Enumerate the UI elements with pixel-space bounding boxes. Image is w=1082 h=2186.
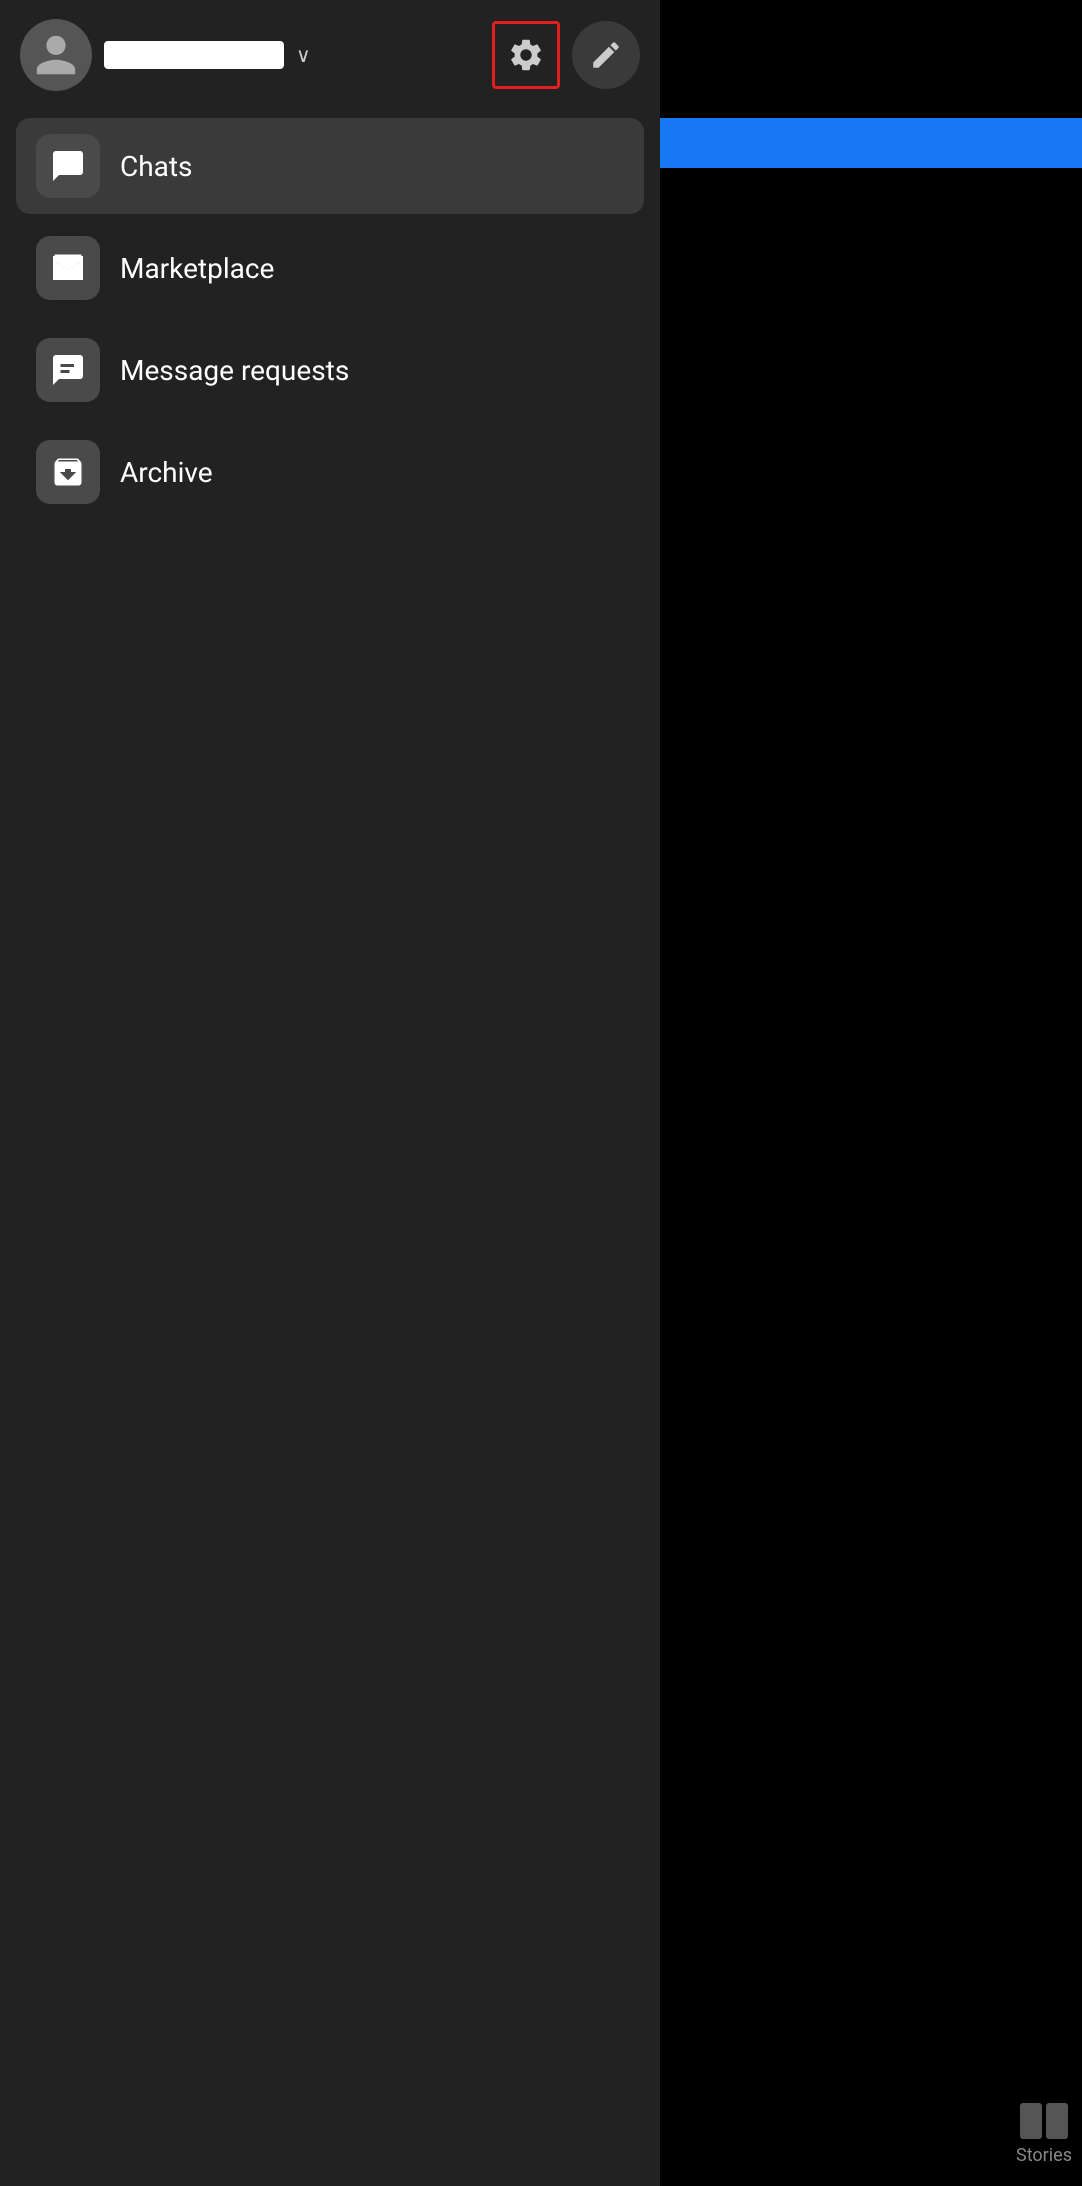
stories-bar-left <box>1020 2103 1042 2139</box>
archive-icon <box>50 454 86 490</box>
compose-button[interactable] <box>572 21 640 89</box>
menu-list: Chats Marketplace Message <box>0 110 660 528</box>
message-requests-icon-wrapper <box>36 338 100 402</box>
stories-icon <box>1020 2103 1068 2139</box>
chat-icon-wrapper <box>36 134 100 198</box>
chevron-down-icon[interactable]: ∨ <box>296 43 311 67</box>
stories-label: Stories <box>1016 2145 1072 2166</box>
header: ∨ <box>0 0 660 110</box>
archive-label: Archive <box>120 456 213 489</box>
stories-bar-right <box>1046 2103 1068 2139</box>
username-area: ∨ <box>104 41 480 69</box>
user-icon <box>32 31 80 79</box>
marketplace-icon-wrapper <box>36 236 100 300</box>
sidebar-item-chats[interactable]: Chats <box>16 118 644 214</box>
stories-section[interactable]: Stories <box>1016 2103 1072 2166</box>
blue-bar <box>660 118 1082 168</box>
archive-icon-wrapper <box>36 440 100 504</box>
marketplace-icon <box>50 250 86 286</box>
main-panel: ∨ Chats <box>0 0 660 2186</box>
sidebar-item-marketplace[interactable]: Marketplace <box>16 220 644 316</box>
marketplace-label: Marketplace <box>120 252 274 285</box>
settings-button[interactable] <box>492 21 560 89</box>
pencil-icon <box>589 38 623 72</box>
sidebar-item-archive[interactable]: Archive <box>16 424 644 520</box>
chat-icon <box>50 148 86 184</box>
right-panel: Stories <box>660 0 1082 2186</box>
gear-icon <box>507 36 545 74</box>
chats-label: Chats <box>120 150 193 183</box>
sidebar-item-message-requests[interactable]: Message requests <box>16 322 644 418</box>
message-requests-icon <box>50 352 86 388</box>
avatar[interactable] <box>20 19 92 91</box>
message-requests-label: Message requests <box>120 354 349 387</box>
username-bar <box>104 41 284 69</box>
